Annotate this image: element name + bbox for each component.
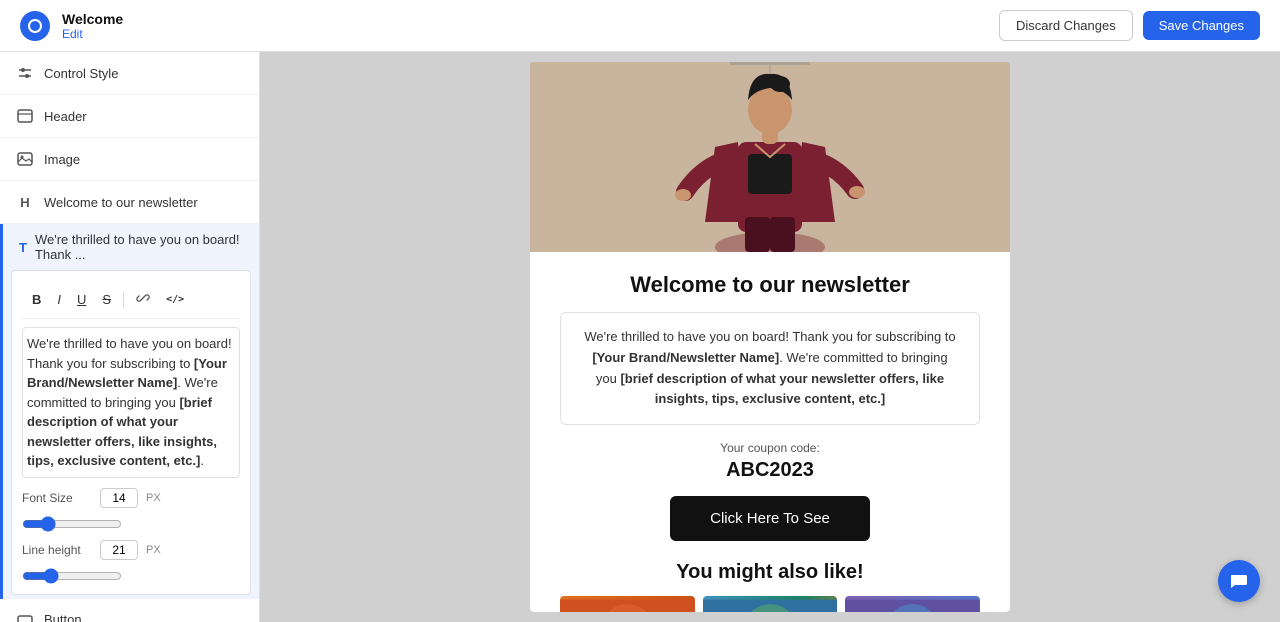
sidebar-item-label: Control Style xyxy=(44,66,118,81)
sidebar: Control Style Header Image xyxy=(0,52,260,622)
model-illustration xyxy=(530,62,1010,252)
button-icon xyxy=(16,611,34,622)
coupon-label: Your coupon code: xyxy=(560,441,980,455)
line-height-label: Line height xyxy=(22,543,92,557)
header-icon xyxy=(16,107,34,125)
link-button[interactable] xyxy=(130,287,156,312)
font-controls: Font Size PX Line height PX xyxy=(22,488,240,584)
product-thumb-3 xyxy=(845,596,980,612)
slider-icon xyxy=(16,64,34,82)
cta-button[interactable]: Click Here To See xyxy=(670,496,870,541)
sidebar-item-label: Image xyxy=(44,152,80,167)
product-row xyxy=(560,596,980,612)
font-size-row: Font Size PX xyxy=(22,488,240,508)
line-height-row: Line height PX xyxy=(22,540,240,560)
strikethrough-button[interactable]: S xyxy=(96,288,117,311)
app-logo-inner xyxy=(28,19,42,33)
line-height-slider[interactable] xyxy=(22,568,122,584)
sidebar-item-label: Header xyxy=(44,109,87,124)
save-button[interactable]: Save Changes xyxy=(1143,11,1260,40)
line-height-slider-row xyxy=(22,568,240,584)
you-might-label: You might also like! xyxy=(560,561,980,584)
email-description: We're thrilled to have you on board! Tha… xyxy=(560,312,980,425)
desc-plain: We're thrilled to have you on board! Tha… xyxy=(584,329,955,344)
sidebar-item-text-block[interactable]: T We're thrilled to have you on board! T… xyxy=(0,224,259,599)
email-hero-image xyxy=(530,62,1010,252)
h-icon: H xyxy=(16,193,34,211)
text-toolbar: B I U S </> xyxy=(22,281,240,319)
font-size-slider[interactable] xyxy=(22,516,122,532)
coupon-code-value: ABC2023 xyxy=(560,459,980,482)
app-edit-link[interactable]: Edit xyxy=(62,27,123,41)
text-panel-header: T We're thrilled to have you on board! T… xyxy=(3,224,259,266)
text-end: . xyxy=(200,453,204,468)
text-editor-panel: B I U S </> We're thrilled to have you o… xyxy=(11,270,251,595)
italic-button[interactable]: I xyxy=(51,288,67,311)
email-preview: Welcome to our newsletter We're thrilled… xyxy=(530,62,1010,612)
sidebar-item-label: Button xyxy=(44,612,82,622)
bold-button[interactable]: B xyxy=(26,288,47,311)
app-logo xyxy=(20,11,50,41)
email-preview-area: Welcome to our newsletter We're thrilled… xyxy=(260,52,1280,622)
font-size-unit: PX xyxy=(146,492,161,504)
app-info: Welcome Edit xyxy=(62,11,123,41)
sidebar-item-button[interactable]: Button xyxy=(0,599,259,622)
sidebar-item-welcome-heading[interactable]: H Welcome to our newsletter xyxy=(0,181,259,224)
code-button[interactable]: </> xyxy=(160,290,190,309)
toolbar-separator xyxy=(123,292,124,308)
sidebar-item-image[interactable]: Image xyxy=(0,138,259,181)
sidebar-item-label: Welcome to our newsletter xyxy=(44,195,198,210)
product-thumb-2 xyxy=(703,596,838,612)
topbar-left: Welcome Edit xyxy=(20,11,123,41)
font-size-input[interactable] xyxy=(100,488,138,508)
image-icon xyxy=(16,150,34,168)
line-height-unit: PX xyxy=(146,544,161,556)
sidebar-item-control-style[interactable]: Control Style xyxy=(0,52,259,95)
t-icon: T xyxy=(19,240,27,255)
discard-button[interactable]: Discard Changes xyxy=(999,10,1133,41)
underline-button[interactable]: U xyxy=(71,288,92,311)
desc-brand: [Your Brand/Newsletter Name] xyxy=(592,350,779,365)
product-thumb-1 xyxy=(560,596,695,612)
font-size-label: Font Size xyxy=(22,491,92,505)
text-content-editor[interactable]: We're thrilled to have you on board! Tha… xyxy=(22,327,240,478)
chat-fab[interactable] xyxy=(1218,560,1260,602)
line-height-input[interactable] xyxy=(100,540,138,560)
email-title: Welcome to our newsletter xyxy=(560,272,980,298)
sidebar-item-header[interactable]: Header xyxy=(0,95,259,138)
topbar-right: Discard Changes Save Changes xyxy=(999,10,1260,41)
text-panel-title: We're thrilled to have you on board! Tha… xyxy=(35,232,243,262)
topbar: Welcome Edit Discard Changes Save Change… xyxy=(0,0,1280,52)
email-body: Welcome to our newsletter We're thrilled… xyxy=(530,252,1010,612)
main-layout: Control Style Header Image xyxy=(0,52,1280,622)
app-title: Welcome xyxy=(62,11,123,27)
font-size-slider-row xyxy=(22,516,240,532)
desc-bold: [brief description of what your newslett… xyxy=(620,371,944,407)
